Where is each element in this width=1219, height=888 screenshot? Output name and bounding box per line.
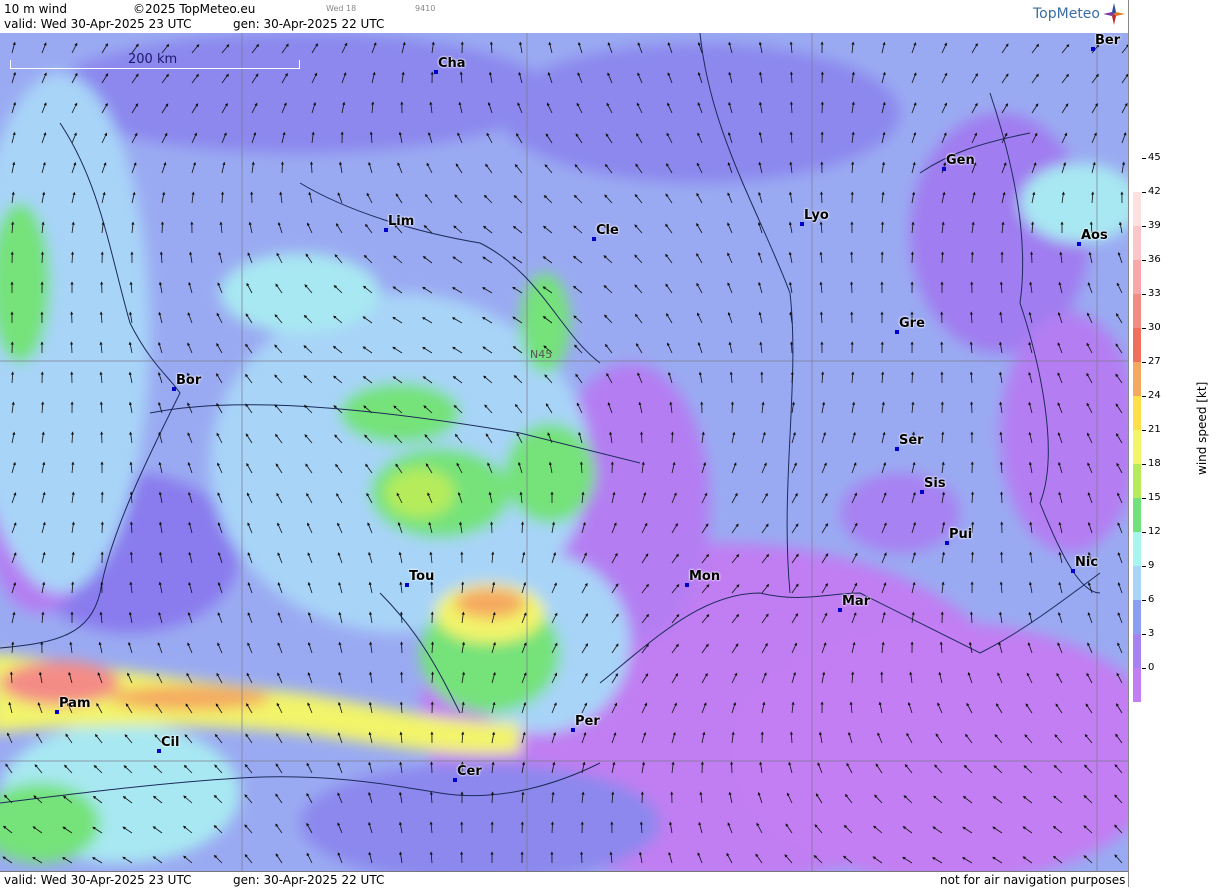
colorbar-label: 33	[1148, 288, 1161, 299]
colorbar-swatch	[1133, 294, 1141, 328]
colorbar-tick	[1142, 464, 1146, 465]
colorbar-label: 21	[1148, 424, 1161, 435]
colorbar-swatch	[1133, 498, 1141, 532]
colorbar-tick	[1142, 192, 1146, 193]
colorbar-label: 42	[1148, 186, 1161, 197]
city-label-cer[interactable]: Cer	[457, 764, 482, 779]
colorbar-swatch	[1133, 430, 1141, 464]
city-label-lyo[interactable]: Lyo	[804, 208, 829, 223]
colorbar-tick	[1142, 600, 1146, 601]
colorbar-swatch	[1133, 328, 1141, 362]
topmeteo-logo: TopMeteo	[1033, 6, 1100, 22]
colorbar-tick	[1142, 668, 1146, 669]
city-label-pam[interactable]: Pam	[59, 696, 91, 711]
city-label-nic[interactable]: Nic	[1075, 555, 1098, 570]
colorbar-tick	[1142, 532, 1146, 533]
city-label-cha[interactable]: Cha	[438, 56, 466, 71]
colorbar-label: 36	[1148, 254, 1161, 265]
city-label-aos[interactable]: Aos	[1081, 228, 1108, 243]
colorbar-swatch	[1133, 464, 1141, 498]
city-label-ser[interactable]: Ser	[899, 433, 924, 448]
colorbar-label: 27	[1148, 356, 1161, 367]
city-label-tou[interactable]: Tou	[409, 569, 434, 584]
footer-generated-time: gen: 30-Apr-2025 22 UTC	[233, 873, 384, 887]
colorbar-tick	[1142, 362, 1146, 363]
footer-valid-time: valid: Wed 30-Apr-2025 23 UTC	[4, 873, 191, 887]
generated-time: gen: 30-Apr-2025 22 UTC	[233, 17, 384, 31]
city-label-gen[interactable]: Gen	[946, 153, 975, 168]
city-label-sis[interactable]: Sis	[924, 476, 946, 491]
city-label-lim[interactable]: Lim	[388, 214, 414, 229]
colorbar-swatch	[1133, 260, 1141, 294]
colorbar-swatch	[1133, 634, 1141, 668]
colorbar-label: 15	[1148, 492, 1161, 503]
colorbar-tick	[1142, 226, 1146, 227]
city-label-gre[interactable]: Gre	[899, 316, 925, 331]
colorbar-swatch	[1133, 668, 1141, 702]
header-bar: 10 m wind ©2025 TopMeteo.eu Wed 18 9410 …	[0, 0, 1128, 34]
city-label-cle[interactable]: Cle	[596, 223, 619, 238]
colorbar-tick	[1142, 260, 1146, 261]
colorbar-title: wind speed [kt]	[1195, 382, 1209, 475]
colorbar-tick	[1142, 430, 1146, 431]
colorbar-label: 3	[1148, 628, 1154, 639]
city-label-mon[interactable]: Mon	[689, 569, 720, 584]
colorbar-label: 0	[1148, 662, 1154, 673]
colorbar-tick	[1142, 498, 1146, 499]
colorbar-label: 39	[1148, 220, 1161, 231]
city-label-ber[interactable]: Ber	[1095, 33, 1120, 48]
colorbar-swatch	[1133, 532, 1141, 566]
colorbar-label: 12	[1148, 526, 1161, 537]
colorbar-label: 6	[1148, 594, 1154, 605]
colorbar-label: 18	[1148, 458, 1161, 469]
city-label-mar[interactable]: Mar	[842, 594, 870, 609]
product-title: 10 m wind	[4, 2, 67, 16]
day-short: Wed 18	[326, 4, 356, 13]
colorbar-label: 9	[1148, 560, 1154, 571]
city-label-cil[interactable]: Cil	[161, 735, 179, 750]
colorbar-tick	[1142, 158, 1146, 159]
copyright: ©2025 TopMeteo.eu	[133, 2, 255, 16]
colorbar-swatch	[1133, 362, 1141, 396]
colorbar-swatch	[1133, 566, 1141, 600]
colorbar-label: 45	[1148, 152, 1161, 163]
city-label-bor[interactable]: Bor	[176, 373, 201, 388]
city-label-pui[interactable]: Pui	[949, 527, 972, 542]
colorbar-swatch	[1133, 226, 1141, 260]
colorbar-tick	[1142, 396, 1146, 397]
wind-map[interactable]: N45 200 km Cha Lim Cle Lyo Gen Ber Aos G…	[0, 33, 1128, 871]
colorbar-label: 24	[1148, 390, 1161, 401]
colorbar-tick	[1142, 634, 1146, 635]
colorbar-label: 30	[1148, 322, 1161, 333]
colorbar-swatch	[1133, 396, 1141, 430]
colorbar-swatch	[1133, 192, 1141, 226]
latitude-label: N45	[530, 348, 552, 361]
city-label-per[interactable]: Per	[575, 714, 600, 729]
scale-label: 200 km	[128, 52, 177, 67]
footer-disclaimer: not for air navigation purposes	[940, 873, 1125, 887]
run-code: 9410	[415, 4, 435, 13]
colorbar-tick	[1142, 294, 1146, 295]
footer-bar: valid: Wed 30-Apr-2025 23 UTC gen: 30-Ap…	[0, 871, 1128, 888]
colorbar-tick	[1142, 566, 1146, 567]
colorbar-swatch	[1133, 600, 1141, 634]
valid-time: valid: Wed 30-Apr-2025 23 UTC	[4, 17, 191, 31]
colorbar-tick	[1142, 328, 1146, 329]
compass-star-icon	[1102, 2, 1126, 26]
